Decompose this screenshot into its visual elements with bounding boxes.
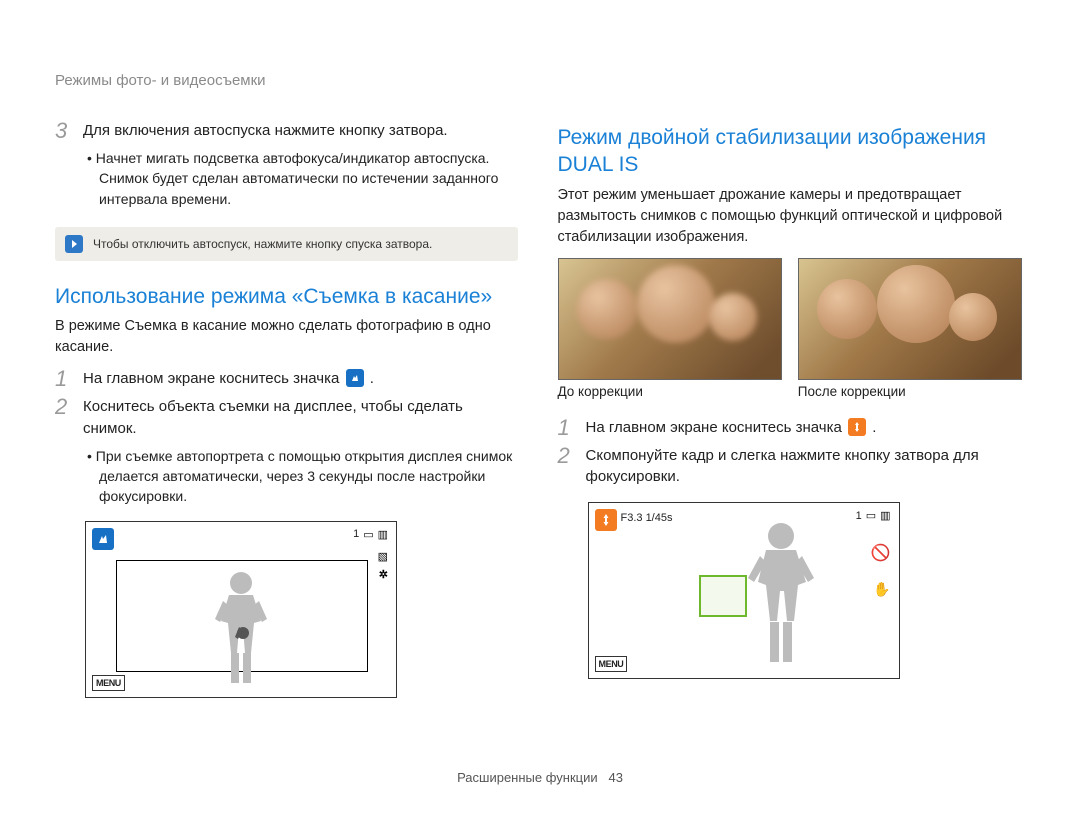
after-item: После коррекции <box>798 258 1020 399</box>
card-icon: ▭ <box>866 509 876 522</box>
left-column: 3 Для включения автоспуска нажмите кнопк… <box>55 120 518 698</box>
step-text: На главном экране коснитесь значка . <box>586 417 1021 439</box>
burst-icon: ✲ <box>379 568 388 581</box>
shots-remaining: 1 <box>856 510 862 522</box>
step-text: Коснитесь объекта съемки на дисплее, что… <box>83 396 518 440</box>
note-box: Чтобы отключить автоспуск, нажмите кнопк… <box>55 227 518 261</box>
exposure-readout: F3.3 1/45s <box>621 512 673 524</box>
step-text: На главном экране коснитесь значка . <box>83 368 518 390</box>
step-text: Для включения автоспуска нажмите кнопку … <box>83 120 518 142</box>
before-after-row: До коррекции После коррекции <box>558 258 1021 399</box>
breadcrumb: Режимы фото- и видеосъемки <box>55 72 266 89</box>
before-image <box>558 258 782 380</box>
step-number: 1 <box>558 417 576 439</box>
step-text: Скомпонуйте кадр и слегка нажмите кнопку… <box>586 445 1021 489</box>
child-silhouette <box>744 518 818 673</box>
step-1-text-before-icon: На главном экране коснитесь значка <box>83 370 344 387</box>
manual-page: Режимы фото- и видеосъемки 3 Для включен… <box>0 0 1080 815</box>
lcd-status-row: 1 ▭ ▥ <box>353 528 388 541</box>
step-1-text-after-icon: . <box>872 419 876 436</box>
child-silhouette <box>209 567 273 692</box>
lcd-illustration-touch: 1 ▭ ▥ ▧ ✲ <box>85 521 397 698</box>
no-flash-icon: 🚫 <box>871 543 891 563</box>
step-number: 2 <box>55 396 73 440</box>
footer-page-number: 43 <box>608 770 622 785</box>
after-caption: После коррекции <box>798 384 1020 399</box>
step-1-text-before-icon: На главном экране коснитесь значка <box>586 419 847 436</box>
focus-bracket <box>699 575 747 617</box>
menu-button[interactable]: MENU <box>92 675 125 691</box>
before-item: До коррекции <box>558 258 780 399</box>
step-2-bullet: При съемке автопортрета с помощью открыт… <box>87 446 518 507</box>
dual-is-icon <box>595 509 617 531</box>
info-icon <box>65 235 83 253</box>
touch-shot-icon <box>92 528 114 550</box>
footer-section-label: Расширенные функции <box>457 770 598 785</box>
step-number: 2 <box>558 445 576 489</box>
right-column: Режим двойной стабилизации изображения D… <box>558 120 1021 698</box>
battery-icon: ▥ <box>880 509 890 522</box>
step-1: 1 На главном экране коснитесь значка . <box>55 368 518 390</box>
battery-icon: ▥ <box>378 528 388 541</box>
menu-button[interactable]: MENU <box>595 656 628 672</box>
card-icon: ▭ <box>363 528 373 541</box>
section-intro: Этот режим уменьшает дрожание камеры и п… <box>558 185 1021 248</box>
step-3: 3 Для включения автоспуска нажмите кнопк… <box>55 120 518 142</box>
two-column-layout: 3 Для включения автоспуска нажмите кнопк… <box>55 120 1020 698</box>
stabilization-icon: ✋ <box>873 581 890 598</box>
flash-icon: ▧ <box>378 550 388 563</box>
step-2: 2 Коснитесь объекта съемки на дисплее, ч… <box>55 396 518 440</box>
lcd-status-row: 1 ▭ ▥ <box>856 509 891 522</box>
section-heading-touch-shot: Использование режима «Съемка в касание» <box>55 283 518 310</box>
section-heading-dual-is: Режим двойной стабилизации изображения D… <box>558 124 1021 179</box>
dual-is-mode-icon <box>848 418 866 436</box>
step-3-bullet: Начнет мигать подсветка автофокуса/индик… <box>87 148 518 209</box>
touch-shot-mode-icon <box>346 369 364 387</box>
step-number: 3 <box>55 120 73 142</box>
before-caption: До коррекции <box>558 384 780 399</box>
step-1-text-after-icon: . <box>370 370 374 387</box>
step-2: 2 Скомпонуйте кадр и слегка нажмите кноп… <box>558 445 1021 489</box>
after-image <box>798 258 1022 380</box>
step-number: 1 <box>55 368 73 390</box>
page-footer: Расширенные функции 43 <box>0 770 1080 785</box>
section-intro: В режиме Съемка в касание можно сделать … <box>55 316 518 358</box>
lcd-illustration-dualis: F3.3 1/45s 1 ▭ ▥ 🚫 ✋ <box>588 502 900 679</box>
shots-remaining: 1 <box>353 528 359 540</box>
note-text: Чтобы отключить автоспуск, нажмите кнопк… <box>93 237 432 251</box>
step-1: 1 На главном экране коснитесь значка . <box>558 417 1021 439</box>
